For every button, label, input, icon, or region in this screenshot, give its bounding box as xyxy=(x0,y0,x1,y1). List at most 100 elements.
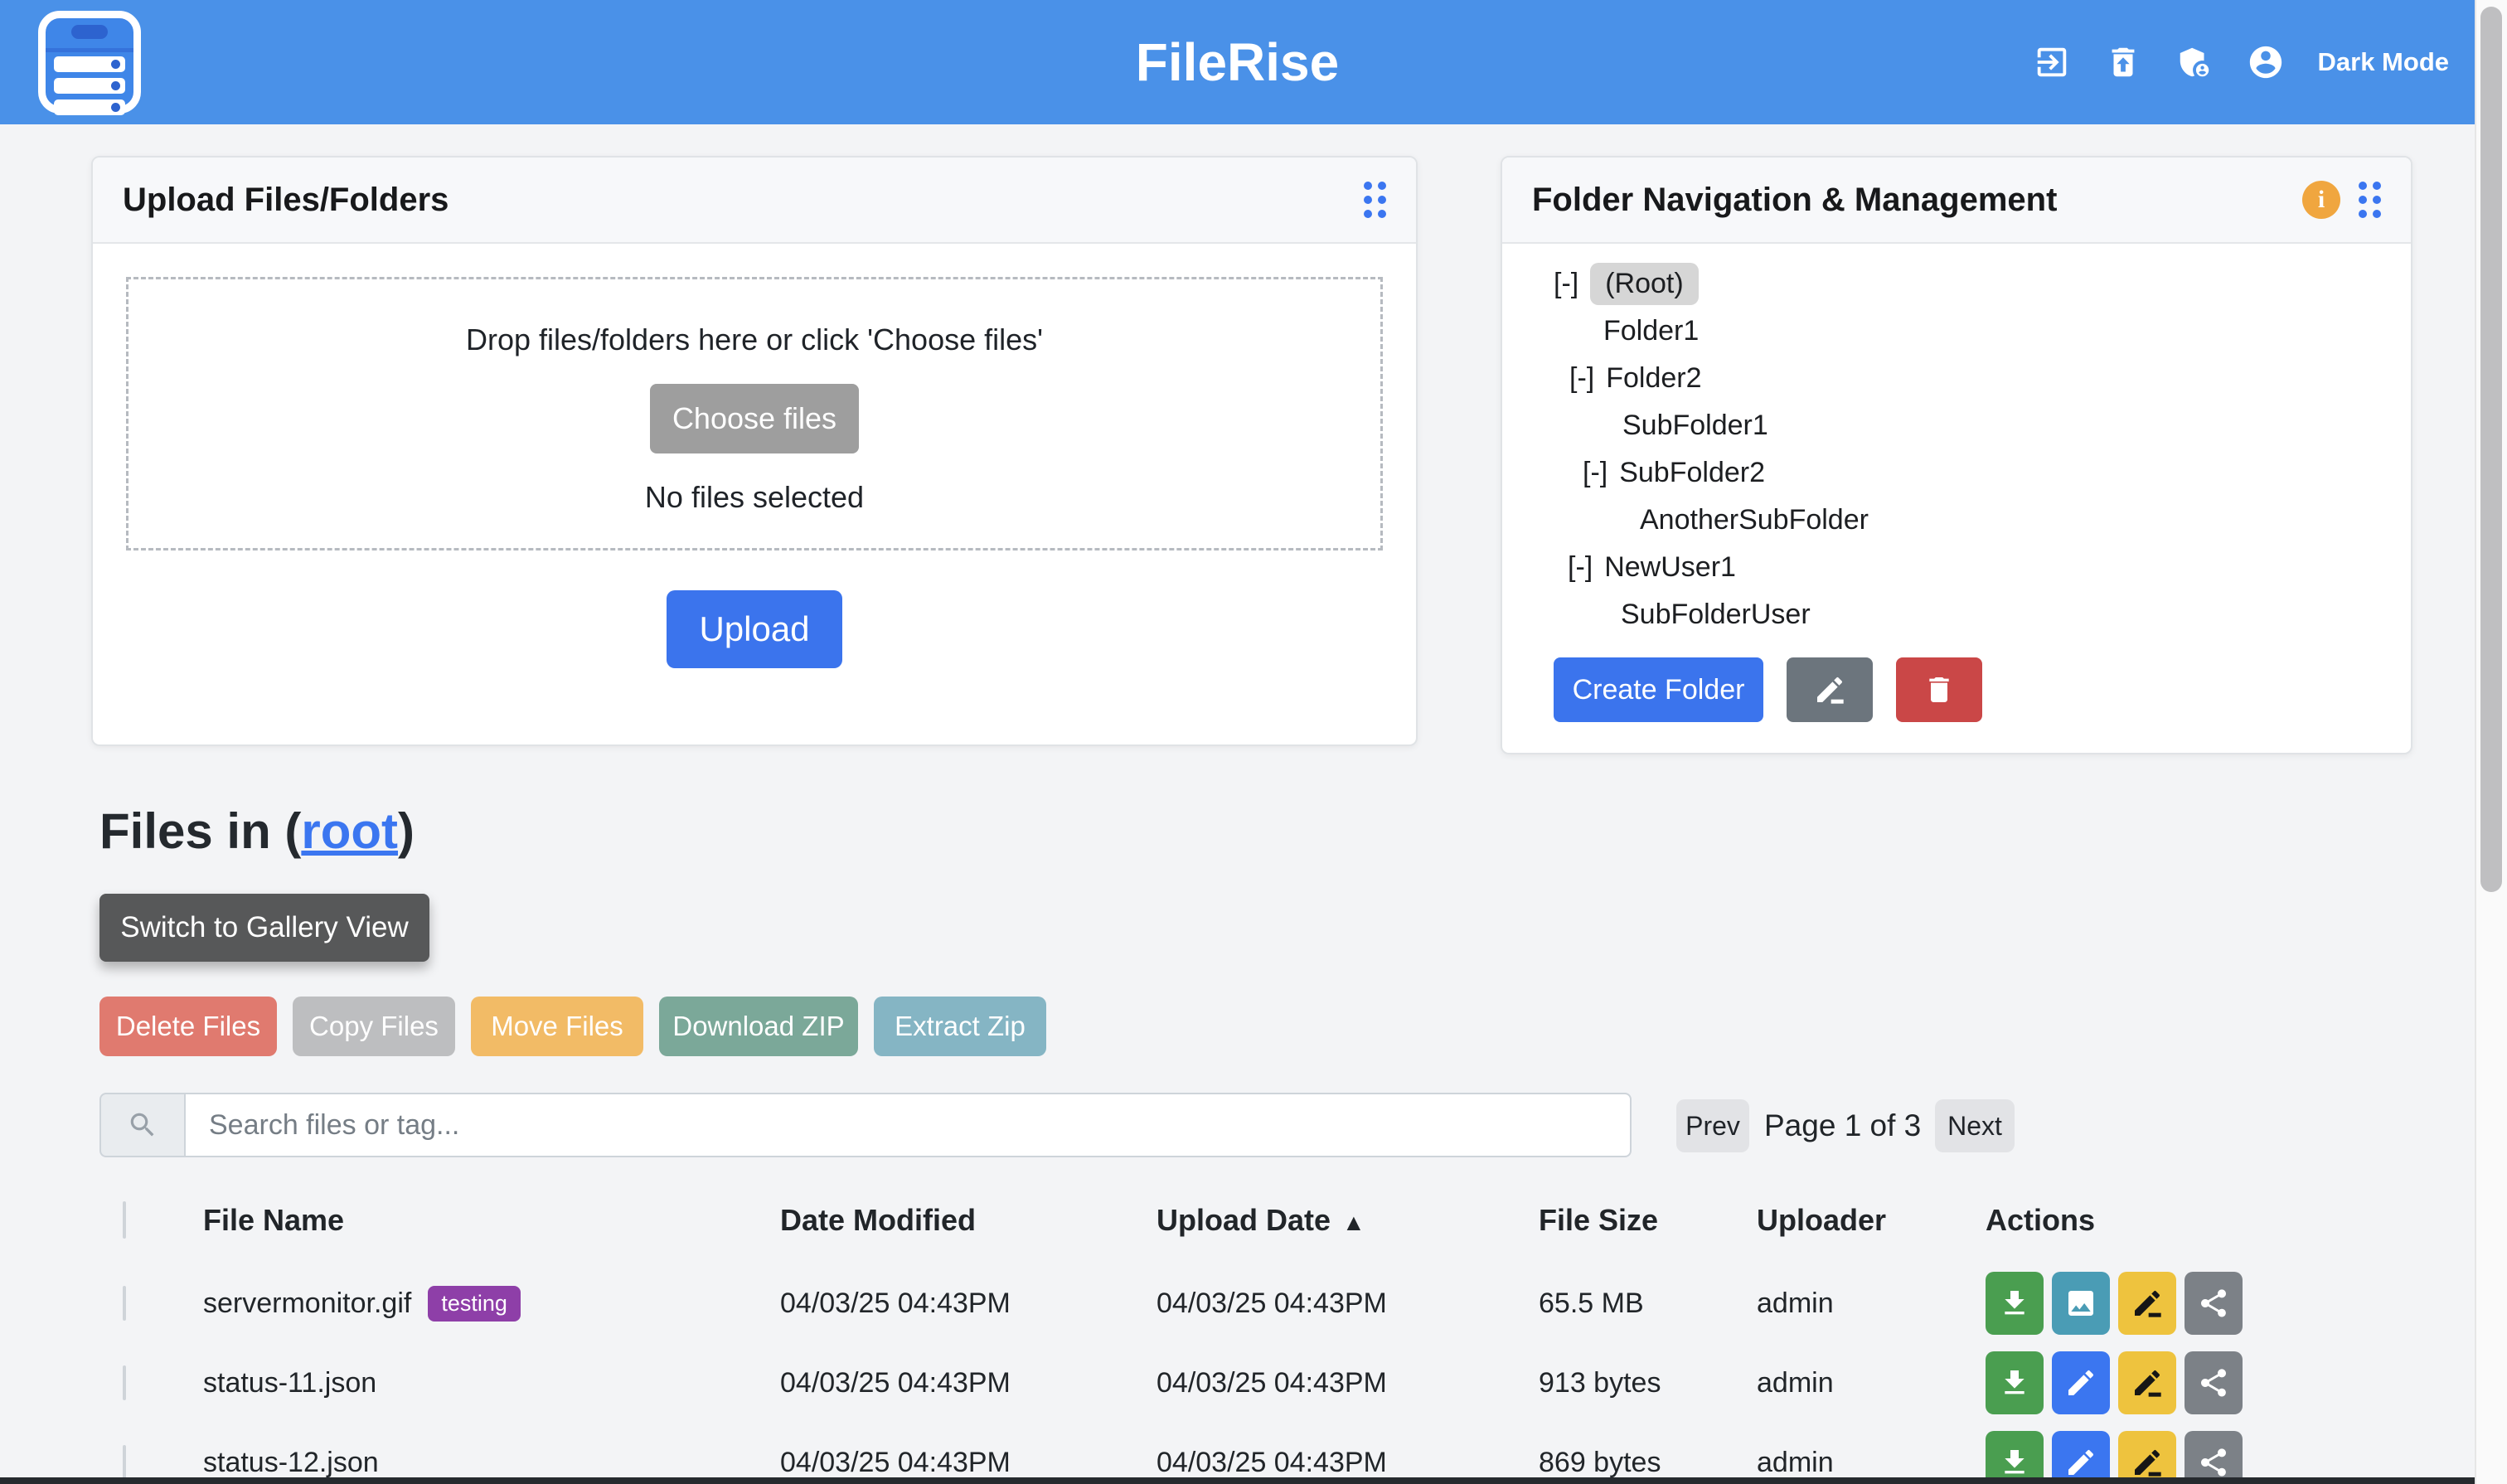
download-icon xyxy=(1998,1366,2031,1399)
info-icon[interactable]: i xyxy=(2302,181,2340,219)
page-indicator: Page 1 of 3 xyxy=(1764,1099,1921,1152)
table-row: status-11.json 04/03/25 04:43PM 04/03/25… xyxy=(99,1343,2412,1423)
create-folder-button[interactable]: Create Folder xyxy=(1554,657,1763,722)
tree-toggle[interactable]: [-] xyxy=(1568,551,1593,584)
delete-folder-button[interactable] xyxy=(1896,657,1982,722)
app-logo[interactable] xyxy=(38,11,141,114)
tree-row: SubFolder1 xyxy=(1554,402,2411,449)
root-folder-link[interactable]: root xyxy=(301,803,398,859)
select-all-checkbox[interactable] xyxy=(123,1201,126,1239)
logout-button[interactable] xyxy=(2033,43,2071,81)
image-icon xyxy=(2064,1287,2097,1320)
rename-button[interactable] xyxy=(2118,1431,2176,1484)
date-modified: 04/03/25 04:43PM xyxy=(780,1447,1157,1479)
switch-gallery-view-button[interactable]: Switch to Gallery View xyxy=(99,894,429,962)
preview-image-button[interactable] xyxy=(2052,1272,2110,1335)
delete-files-button[interactable]: Delete Files xyxy=(99,997,277,1056)
scrollbar-thumb[interactable] xyxy=(2480,7,2502,892)
uploader: admin xyxy=(1757,1367,1986,1399)
rename-button[interactable] xyxy=(2118,1272,2176,1335)
share-button[interactable] xyxy=(2185,1272,2243,1335)
file-name[interactable]: status-11.json xyxy=(203,1367,376,1399)
upload-date: 04/03/25 04:43PM xyxy=(1157,1288,1539,1320)
rename-button[interactable] xyxy=(2118,1351,2176,1414)
logo-bar xyxy=(54,56,125,72)
tree-toggle[interactable]: [-] xyxy=(1554,268,1578,300)
prev-page-button[interactable]: Prev xyxy=(1676,1099,1749,1152)
file-size: 869 bytes xyxy=(1539,1447,1757,1479)
share-button[interactable] xyxy=(2185,1351,2243,1414)
column-upload-date-label: Upload Date xyxy=(1157,1203,1331,1237)
drag-handle-icon[interactable] xyxy=(1364,182,1386,218)
download-zip-button[interactable]: Download ZIP xyxy=(659,997,858,1056)
admin-panel-button[interactable] xyxy=(2175,43,2214,81)
dropzone-instructions: Drop files/folders here or click 'Choose… xyxy=(466,323,1043,357)
user-profile-button[interactable] xyxy=(2247,43,2285,81)
download-button[interactable] xyxy=(1986,1351,2044,1414)
search-input[interactable] xyxy=(184,1093,1632,1157)
tree-node-root[interactable]: (Root) xyxy=(1590,263,1698,305)
column-uploader[interactable]: Uploader xyxy=(1757,1203,1986,1238)
rename-folder-button[interactable] xyxy=(1787,657,1873,722)
page-scrollbar[interactable] xyxy=(2475,0,2507,1484)
tree-node-subfolder1[interactable]: SubFolder1 xyxy=(1622,410,1768,442)
download-button[interactable] xyxy=(1986,1431,2044,1484)
edit-button[interactable] xyxy=(2052,1431,2110,1484)
download-icon xyxy=(1998,1446,2031,1479)
app-header: FileRise Dark Mode xyxy=(0,0,2475,124)
tree-node-folder2[interactable]: Folder2 xyxy=(1606,362,1701,395)
share-icon xyxy=(2197,1446,2230,1479)
logo-bar xyxy=(54,78,125,94)
next-page-button[interactable]: Next xyxy=(1935,1099,2015,1152)
upload-button[interactable]: Upload xyxy=(667,590,842,668)
tree-toggle[interactable]: [-] xyxy=(1583,457,1607,489)
file-name[interactable]: status-12.json xyxy=(203,1447,379,1479)
file-name[interactable]: servermonitor.gif xyxy=(203,1288,411,1320)
rename-pencil-icon xyxy=(2131,1446,2164,1479)
tree-node-newuser1[interactable]: NewUser1 xyxy=(1604,551,1736,584)
topbar-actions: Dark Mode xyxy=(2033,0,2449,124)
column-actions: Actions xyxy=(1986,1203,2412,1238)
edit-button[interactable] xyxy=(2052,1351,2110,1414)
file-dropzone[interactable]: Drop files/folders here or click 'Choose… xyxy=(126,277,1383,550)
choose-files-button[interactable]: Choose files xyxy=(650,384,859,453)
footer-bar xyxy=(0,1477,2475,1484)
share-button[interactable] xyxy=(2185,1431,2243,1484)
folder-card-title: Folder Navigation & Management xyxy=(1532,182,2057,219)
row-checkbox[interactable] xyxy=(123,1286,126,1321)
upload-card-header: Upload Files/Folders xyxy=(93,158,1416,244)
move-files-button[interactable]: Move Files xyxy=(471,997,643,1056)
edit-pencil-icon xyxy=(2064,1366,2097,1399)
row-checkbox[interactable] xyxy=(123,1445,126,1480)
row-actions xyxy=(1986,1351,2412,1414)
table-row: status-12.json 04/03/25 04:43PM 04/03/25… xyxy=(99,1423,2412,1484)
extract-zip-button[interactable]: Extract Zip xyxy=(874,997,1046,1056)
tree-row: [-] (Root) xyxy=(1554,260,2411,308)
tree-toggle[interactable]: [-] xyxy=(1569,362,1594,395)
column-file-name[interactable]: File Name xyxy=(203,1203,780,1238)
logo-divider xyxy=(46,48,133,52)
copy-files-button[interactable]: Copy Files xyxy=(293,997,455,1056)
download-button[interactable] xyxy=(1986,1272,2044,1335)
drag-handle-icon[interactable] xyxy=(2359,182,2381,218)
file-tag-badge: testing xyxy=(428,1286,521,1322)
logo-notch xyxy=(71,25,108,39)
dark-mode-toggle[interactable]: Dark Mode xyxy=(2318,47,2449,77)
restore-from-trash-icon xyxy=(2104,43,2142,81)
tree-node-folder1[interactable]: Folder1 xyxy=(1603,315,1699,347)
tree-row: AnotherSubFolder xyxy=(1554,497,2411,544)
admin-shield-icon xyxy=(2175,43,2214,81)
restore-trash-button[interactable] xyxy=(2104,43,2142,81)
tree-node-anothersubfolder[interactable]: AnotherSubFolder xyxy=(1640,504,1869,536)
row-checkbox[interactable] xyxy=(123,1365,126,1400)
column-date-modified[interactable]: Date Modified xyxy=(780,1203,1157,1238)
download-icon xyxy=(1998,1287,2031,1320)
bulk-actions-row: Delete Files Copy Files Move Files Downl… xyxy=(99,997,1046,1056)
column-file-size[interactable]: File Size xyxy=(1539,1203,1757,1238)
tree-row: [-] SubFolder2 xyxy=(1554,449,2411,497)
tree-node-subfolder2[interactable]: SubFolder2 xyxy=(1619,457,1765,489)
files-heading-suffix: ) xyxy=(398,803,415,859)
column-upload-date[interactable]: Upload Date▲ xyxy=(1157,1203,1539,1238)
page-title: FileRise xyxy=(1136,32,1339,93)
tree-node-subfolderuser[interactable]: SubFolderUser xyxy=(1621,599,1811,631)
